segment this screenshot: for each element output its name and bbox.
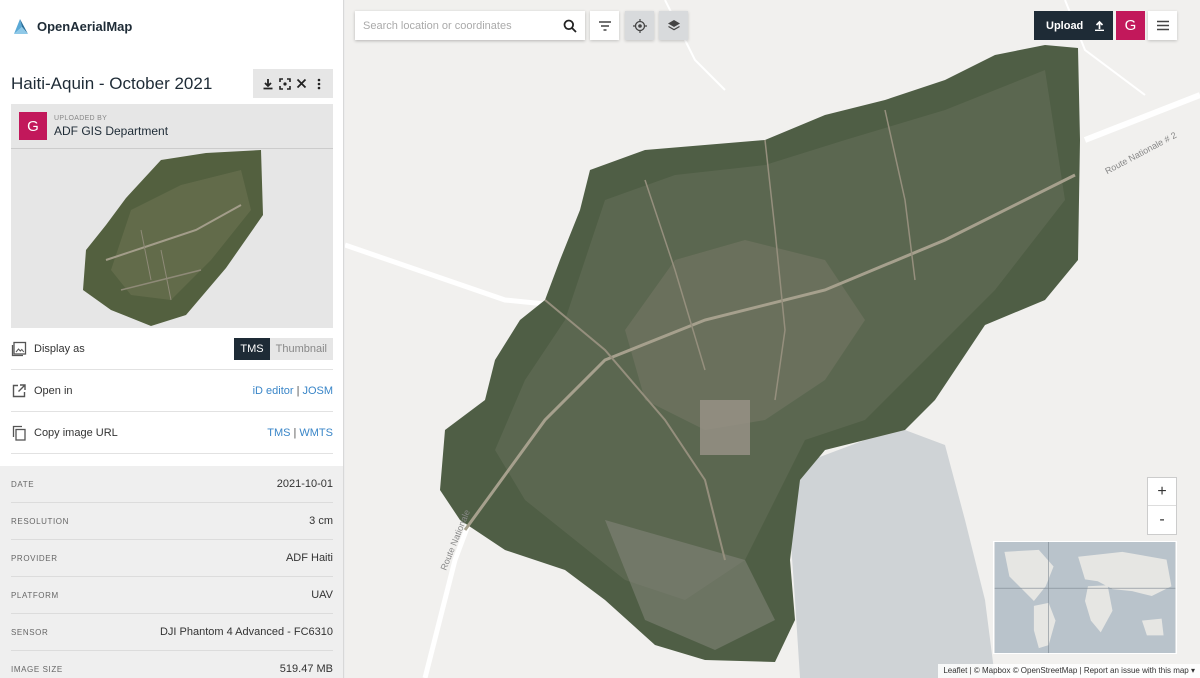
- search-box: [355, 11, 585, 40]
- display-as-row: Display as TMS Thumbnail: [11, 328, 333, 370]
- meta-row-platform: PLATFORM UAV: [11, 577, 333, 614]
- search-input[interactable]: [355, 19, 555, 32]
- user-avatar-button[interactable]: G: [1116, 11, 1145, 40]
- caret-down-icon[interactable]: ▾: [1191, 666, 1195, 675]
- meta-key: RESOLUTION: [11, 516, 70, 526]
- metadata-panel: DATE 2021-10-01 RESOLUTION 3 cm PROVIDER…: [0, 466, 343, 678]
- map-view[interactable]: Route Nationale # 2 Route Nationale Uplo…: [345, 0, 1200, 678]
- hamburger-icon[interactable]: [1148, 11, 1177, 40]
- map-attribution: Leaflet | © Mapbox © OpenStreetMap | Rep…: [938, 664, 1200, 678]
- uploader-name[interactable]: ADF GIS Department: [54, 124, 168, 138]
- display-toggle: TMS Thumbnail: [234, 337, 333, 360]
- zoom-in-button[interactable]: +: [1148, 478, 1176, 506]
- meta-key: SENSOR: [11, 627, 49, 637]
- meta-key: PLATFORM: [11, 590, 59, 600]
- meta-key: PROVIDER: [11, 553, 58, 563]
- fullscreen-icon[interactable]: [277, 76, 293, 92]
- copy-tms-link[interactable]: TMS: [267, 427, 290, 439]
- locate-icon[interactable]: [625, 11, 654, 40]
- meta-value: 3 cm: [309, 515, 333, 527]
- meta-value: DJI Phantom 4 Advanced - FC6310: [159, 626, 333, 638]
- separator: |: [293, 426, 297, 439]
- close-icon[interactable]: [294, 76, 310, 92]
- osm-link[interactable]: © OpenStreetMap: [1013, 666, 1078, 675]
- upload-button[interactable]: Upload: [1034, 11, 1113, 40]
- image-thumbnail: [83, 150, 263, 326]
- open-in-josm-link[interactable]: JOSM: [302, 385, 333, 397]
- water-body: [785, 430, 995, 678]
- upload-icon: [1095, 20, 1104, 31]
- uploader-label: UPLOADED BY: [54, 114, 108, 122]
- zoom-control: + -: [1147, 477, 1177, 535]
- meta-value: UAV: [311, 589, 333, 601]
- image-card: G UPLOADED BY ADF GIS Department: [11, 104, 333, 328]
- meta-value: ADF Haiti: [285, 552, 333, 564]
- meta-value: 2021-10-01: [276, 478, 333, 490]
- download-icon[interactable]: [260, 76, 276, 92]
- open-in-label: Open in: [34, 384, 73, 397]
- uploader-avatar[interactable]: G: [19, 112, 47, 140]
- mapbox-link[interactable]: © Mapbox: [974, 666, 1011, 675]
- meta-row-image-size: IMAGE SIZE 519.47 MB: [11, 651, 333, 678]
- zoom-out-button[interactable]: -: [1148, 506, 1176, 534]
- display-as-label: Display as: [34, 342, 85, 355]
- copy-icon: [12, 425, 26, 441]
- meta-row-sensor: SENSOR DJI Phantom 4 Advanced - FC6310: [11, 614, 333, 651]
- layers-icon[interactable]: [659, 11, 688, 40]
- road: [1083, 92, 1200, 143]
- image-actions: [253, 69, 333, 98]
- display-thumbnail-button[interactable]: Thumbnail: [269, 337, 333, 360]
- display-tms-button[interactable]: TMS: [234, 337, 270, 360]
- search-icon[interactable]: [555, 11, 585, 40]
- app-name: OpenAerialMap: [37, 18, 133, 34]
- copy-wmts-link[interactable]: WMTS: [299, 427, 333, 439]
- meta-row-resolution: RESOLUTION 3 cm: [11, 503, 333, 540]
- image-icon: [11, 341, 27, 356]
- open-in-row: Open in iD editor | JOSM: [11, 370, 333, 412]
- external-link-icon: [12, 383, 26, 397]
- minimap[interactable]: [993, 541, 1177, 654]
- separator: |: [296, 384, 300, 397]
- filter-icon[interactable]: [590, 11, 619, 40]
- meta-row-provider: PROVIDER ADF Haiti: [11, 540, 333, 577]
- meta-value: 519.47 MB: [279, 663, 333, 675]
- copy-url-row: Copy image URL TMS | WMTS: [11, 412, 333, 454]
- upload-label: Upload: [1046, 19, 1084, 32]
- logo-icon: [14, 19, 28, 34]
- brand[interactable]: OpenAerialMap: [11, 14, 132, 38]
- leaflet-link[interactable]: Leaflet: [943, 666, 967, 675]
- sidebar: OpenAerialMap Haiti-Aquin - October 2021…: [0, 0, 344, 678]
- meta-key: DATE: [11, 479, 35, 489]
- image-title: Haiti-Aquin - October 2021: [11, 73, 213, 93]
- title-row: Haiti-Aquin - October 2021: [11, 69, 333, 98]
- report-link[interactable]: Report an issue with this map: [1084, 666, 1189, 675]
- uploader: G UPLOADED BY ADF GIS Department: [11, 104, 333, 149]
- copy-url-label: Copy image URL: [34, 426, 118, 439]
- more-icon[interactable]: [311, 76, 327, 92]
- meta-row-date: DATE 2021-10-01: [11, 466, 333, 503]
- meta-key: IMAGE SIZE: [11, 664, 63, 674]
- open-in-id-link[interactable]: iD editor: [253, 385, 294, 397]
